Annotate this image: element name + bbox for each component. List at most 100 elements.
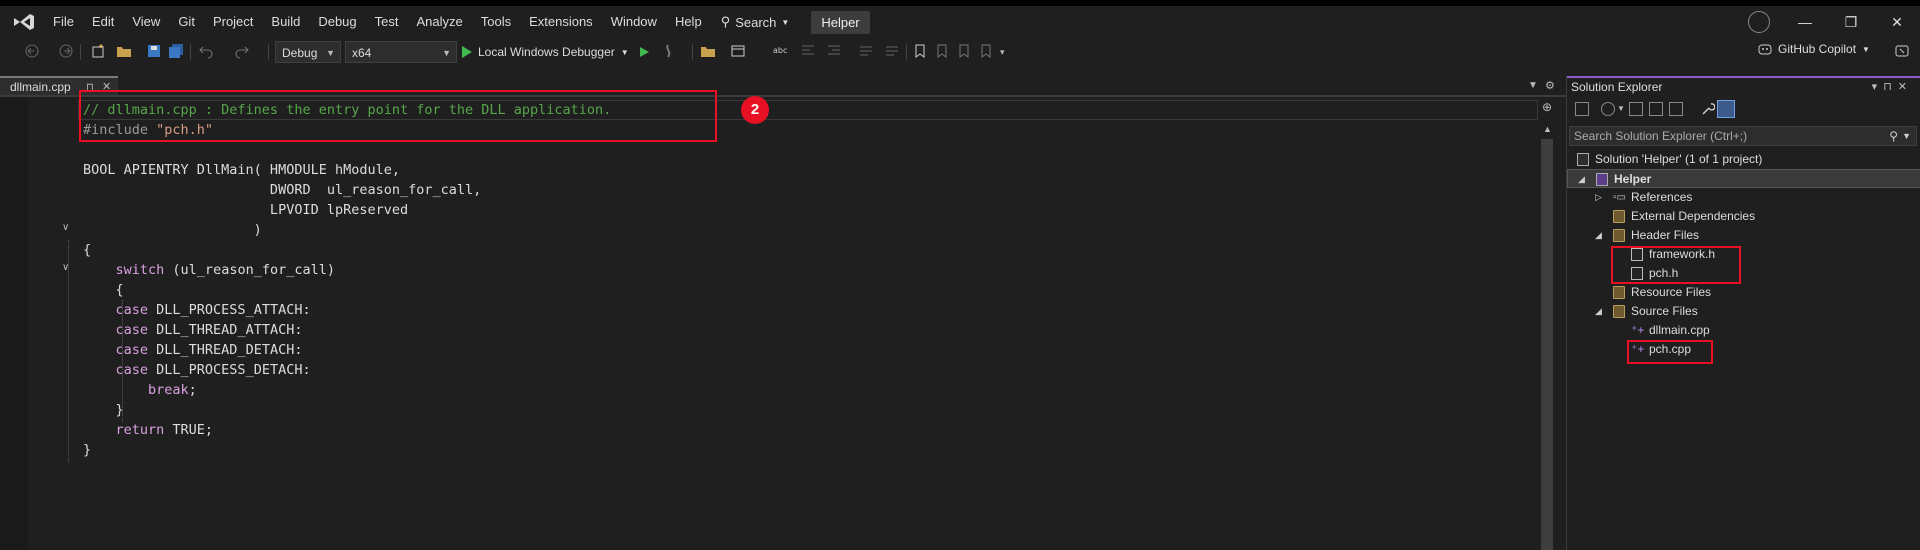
new-project-icon[interactable] bbox=[90, 43, 106, 59]
forward-icon[interactable] bbox=[58, 43, 74, 59]
tree-item-references[interactable]: ▷ ▫▭ References bbox=[1567, 188, 1920, 207]
gear-icon[interactable]: ⚙ bbox=[1545, 79, 1555, 92]
preview-selected-items-icon[interactable] bbox=[1717, 100, 1735, 118]
open-folder-icon[interactable] bbox=[116, 43, 132, 59]
menu-extensions[interactable]: Extensions bbox=[520, 6, 602, 38]
align-left-icon[interactable] bbox=[800, 43, 816, 59]
solution-explorer-search-input[interactable]: Search Solution Explorer (Ctrl+;) ⚲ ▼ bbox=[1569, 126, 1917, 146]
platform-dropdown[interactable]: x64 ▼ bbox=[345, 41, 457, 63]
code-line[interactable]: switch (ul_reason_for_call) bbox=[83, 260, 335, 280]
code-line[interactable]: } bbox=[83, 440, 91, 460]
panel-window-controls[interactable]: ▾⊓✕ bbox=[1872, 78, 1913, 96]
code-line[interactable]: } bbox=[83, 400, 124, 420]
tree-item-resource-files[interactable]: Resource Files bbox=[1567, 283, 1920, 302]
indent-guide bbox=[68, 240, 69, 462]
tree-item-label: External Dependencies bbox=[1631, 209, 1756, 223]
browse-icon[interactable] bbox=[730, 43, 746, 59]
code-token: case bbox=[115, 302, 149, 318]
account-icon[interactable] bbox=[1748, 11, 1770, 33]
code-line[interactable]: return TRUE; bbox=[83, 420, 214, 440]
uncomment-icon[interactable] bbox=[884, 43, 900, 59]
hot-reload-icon[interactable] bbox=[660, 43, 676, 59]
switch-views-icon[interactable] bbox=[1575, 102, 1589, 116]
expand-triangle-icon[interactable]: ◢ bbox=[1595, 302, 1602, 321]
pending-changes-filter-icon[interactable] bbox=[1601, 102, 1615, 116]
show-all-files-icon[interactable] bbox=[1669, 102, 1683, 116]
configuration-dropdown[interactable]: Debug ▼ bbox=[275, 41, 341, 63]
next-bookmark-icon[interactable] bbox=[956, 43, 972, 59]
code-line[interactable]: case DLL_PROCESS_ATTACH: bbox=[83, 300, 311, 320]
undo-icon[interactable] bbox=[198, 43, 214, 59]
collapse-all-icon[interactable] bbox=[1649, 102, 1663, 116]
standard-toolbar: Debug ▼ x64 ▼ Local Windows Debugger ▼ a… bbox=[0, 38, 1920, 66]
code-token: { bbox=[83, 242, 92, 258]
menu-file[interactable]: File bbox=[44, 6, 83, 38]
feedback-icon[interactable] bbox=[1894, 43, 1910, 59]
back-icon[interactable] bbox=[24, 43, 40, 59]
align-right-icon[interactable] bbox=[826, 43, 842, 59]
code-line[interactable]: case DLL_THREAD_ATTACH: bbox=[83, 320, 303, 340]
expand-triangle-icon[interactable]: ◢ bbox=[1595, 226, 1602, 245]
start-without-debugging-button[interactable] bbox=[640, 47, 649, 57]
start-debugging-button[interactable]: Local Windows Debugger ▼ bbox=[462, 41, 629, 63]
solution-folder-icon[interactable] bbox=[700, 43, 716, 59]
code-line[interactable]: DWORD ul_reason_for_call, bbox=[83, 180, 481, 200]
code-line[interactable]: case DLL_PROCESS_DETACH: bbox=[83, 360, 311, 380]
scroll-up-icon[interactable]: ▲ bbox=[1543, 124, 1552, 134]
code-token: TRUE; bbox=[164, 422, 214, 438]
close-window-button[interactable]: ✕ bbox=[1874, 6, 1920, 38]
save-icon[interactable] bbox=[146, 43, 162, 59]
menu-edit[interactable]: Edit bbox=[83, 6, 123, 38]
tree-item-external-dependencies[interactable]: External Dependencies bbox=[1567, 207, 1920, 226]
menu-git[interactable]: Git bbox=[169, 6, 204, 38]
menu-window[interactable]: Window bbox=[602, 6, 666, 38]
code-line[interactable]: ) bbox=[83, 220, 262, 240]
code-line[interactable]: break; bbox=[83, 380, 197, 400]
toolbar-separator bbox=[190, 44, 191, 60]
spell-check-icon[interactable]: abc bbox=[772, 43, 788, 59]
tree-item-dllmain-cpp[interactable]: ⁺+ dllmain.cpp bbox=[1567, 321, 1920, 340]
menu-test[interactable]: Test bbox=[366, 6, 408, 38]
collapsed-triangle-icon[interactable]: ▷ bbox=[1595, 188, 1602, 207]
references-icon: ▫▭ bbox=[1613, 192, 1626, 203]
solution-name-badge[interactable]: Helper bbox=[811, 10, 870, 34]
menu-bar: File Edit View Git Project Build Debug T… bbox=[0, 6, 1920, 38]
tab-list-dropdown-icon[interactable]: ▼ bbox=[1528, 80, 1538, 91]
sync-with-active-document-icon[interactable] bbox=[1629, 102, 1643, 116]
tree-item-header-files[interactable]: ◢ Header Files bbox=[1567, 226, 1920, 245]
search-button[interactable]: ⚲ Search ▼ bbox=[721, 14, 790, 30]
tree-item-solution[interactable]: Solution 'Helper' (1 of 1 project) bbox=[1567, 150, 1920, 169]
bookmark-icon[interactable] bbox=[912, 43, 928, 59]
menu-analyze[interactable]: Analyze bbox=[407, 6, 471, 38]
minimize-button[interactable]: — bbox=[1782, 6, 1828, 38]
code-text-area[interactable]: // dllmain.cpp : Defines the entry point… bbox=[83, 97, 1533, 550]
github-copilot-button[interactable]: GitHub Copilot ▼ bbox=[1758, 42, 1870, 56]
split-editor-icon[interactable]: ⊕ bbox=[1542, 100, 1552, 114]
tree-item-source-files[interactable]: ◢ Source Files bbox=[1567, 302, 1920, 321]
menu-view[interactable]: View bbox=[123, 6, 169, 38]
tree-item-pch-cpp[interactable]: ⁺+ pch.cpp bbox=[1567, 340, 1920, 359]
editor-vertical-scrollbar[interactable] bbox=[1539, 97, 1555, 550]
code-line[interactable]: { bbox=[83, 280, 124, 300]
scrollbar-thumb[interactable] bbox=[1541, 139, 1553, 550]
menu-help[interactable]: Help bbox=[666, 6, 711, 38]
restore-button[interactable]: ❐ bbox=[1828, 6, 1874, 38]
code-line[interactable]: case DLL_THREAD_DETACH: bbox=[83, 340, 303, 360]
expand-triangle-icon[interactable]: ◢ bbox=[1578, 170, 1585, 189]
previous-bookmark-icon[interactable] bbox=[934, 43, 950, 59]
save-all-icon[interactable] bbox=[168, 43, 184, 59]
tree-item-project-helper[interactable]: ◢ Helper bbox=[1567, 169, 1920, 188]
menu-project[interactable]: Project bbox=[204, 6, 262, 38]
properties-wrench-icon[interactable] bbox=[1701, 102, 1716, 116]
fold-collapse-icon[interactable]: ∨ bbox=[62, 222, 69, 233]
menu-build[interactable]: Build bbox=[262, 6, 309, 38]
code-line[interactable]: { bbox=[83, 240, 91, 260]
redo-icon[interactable] bbox=[234, 43, 250, 59]
code-line[interactable]: BOOL APIENTRY DllMain( HMODULE hModule, bbox=[83, 160, 400, 180]
code-line[interactable]: LPVOID lpReserved bbox=[83, 200, 408, 220]
menu-tools[interactable]: Tools bbox=[472, 6, 520, 38]
menu-debug[interactable]: Debug bbox=[309, 6, 365, 38]
clear-bookmarks-icon[interactable] bbox=[978, 43, 994, 59]
comment-icon[interactable] bbox=[858, 43, 874, 59]
toolbar-overflow-icon[interactable]: ▾ bbox=[1000, 47, 1005, 58]
